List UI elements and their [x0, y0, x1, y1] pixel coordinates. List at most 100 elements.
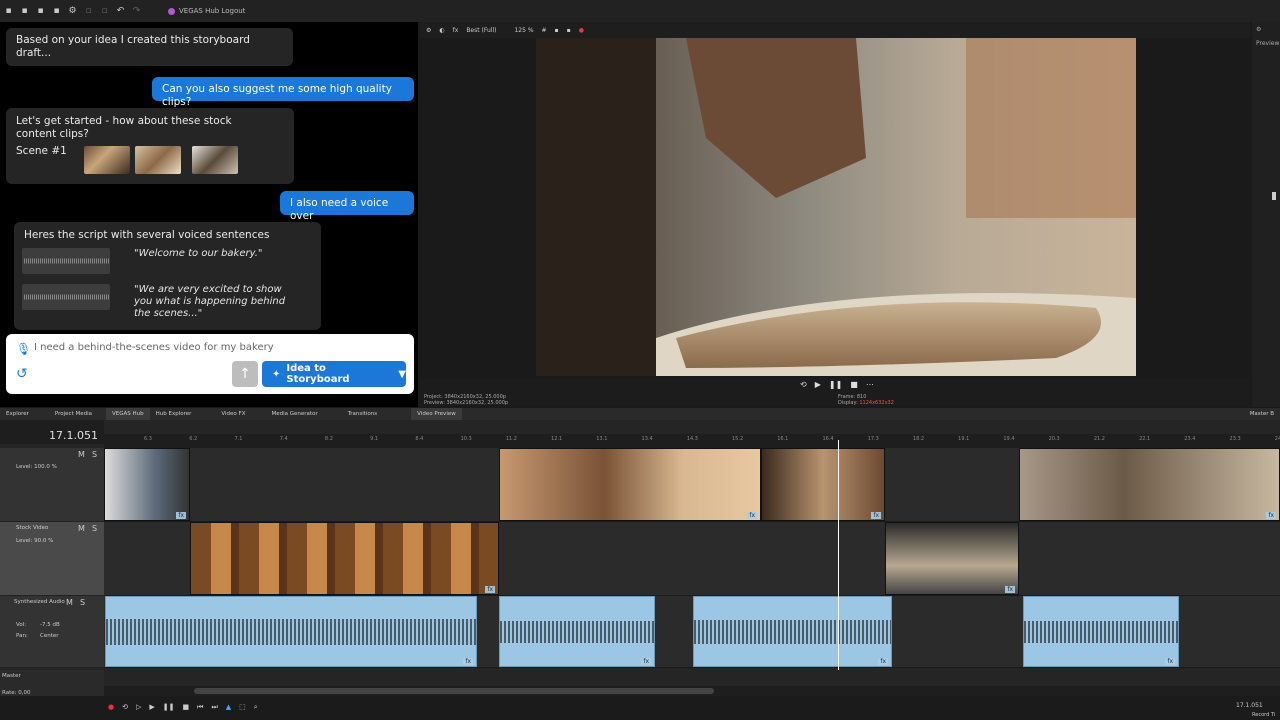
settings-icon[interactable]: ⚙ — [68, 6, 77, 16]
render-icon[interactable]: ▪ — [52, 6, 61, 16]
save-snapshot-icon[interactable]: ▪ — [567, 27, 571, 34]
mute-button[interactable]: M — [78, 524, 85, 533]
mute-button[interactable]: M — [78, 450, 85, 459]
stock-clip-thumbnail[interactable] — [192, 146, 238, 174]
preview-quality-select[interactable]: Best (Full) — [466, 27, 496, 34]
idea-to-storyboard-button[interactable]: ✦ Idea to Storyboard ▼ — [262, 361, 406, 387]
copy-snapshot-icon[interactable]: ▪ — [555, 27, 559, 34]
save-icon[interactable]: ▪ — [36, 6, 45, 16]
microphone-icon[interactable]: 🎙 — [16, 342, 31, 356]
clip-fx-badge[interactable]: fx — [871, 512, 881, 519]
video-clip[interactable]: fx — [885, 522, 1019, 595]
play-icon[interactable]: ▶ — [815, 380, 821, 389]
playhead-cursor[interactable] — [838, 440, 839, 670]
video-clip[interactable]: fx — [499, 448, 761, 521]
video-fx-icon[interactable]: fx — [453, 27, 459, 34]
open-folder-icon[interactable]: ▪ — [20, 6, 29, 16]
tab-transitions[interactable]: Transitions — [342, 408, 383, 420]
stock-clip-thumbnail[interactable] — [135, 146, 181, 174]
audio-waveform-thumbnail[interactable] — [22, 284, 110, 310]
copy-icon[interactable]: ▫ — [100, 6, 109, 16]
solo-button[interactable]: S — [92, 450, 97, 459]
play-from-start-icon[interactable]: ▷ — [136, 703, 141, 712]
master-settings-icon[interactable]: ⚙ — [1256, 26, 1261, 33]
clip-fx-badge[interactable]: fx — [1165, 658, 1175, 665]
more-icon[interactable]: ⋯ — [866, 380, 874, 389]
chat-input[interactable]: I need a behind-the-scenes video for my … — [34, 342, 274, 353]
audio-clip[interactable]: fx — [105, 596, 477, 667]
tab-project-media[interactable]: Project Media — [49, 408, 98, 420]
zoom-tool-icon[interactable]: ⌕ — [254, 703, 258, 712]
track-header-synthesized-audio[interactable]: Synthesized Audio M S Vol: -7.5 dB Pan: … — [0, 596, 104, 668]
track-level: Level: 100.0 % — [16, 464, 57, 470]
reset-icon[interactable]: ↺ — [16, 366, 28, 382]
pause-icon[interactable]: ❚❚ — [829, 380, 842, 389]
bot-message-text: Based on your idea I created this storyb… — [16, 34, 250, 59]
mute-button[interactable]: M — [66, 598, 73, 607]
solo-button[interactable]: S — [80, 598, 85, 607]
undo-icon[interactable]: ↶ — [116, 6, 125, 16]
timeline-ruler[interactable]: 6.3 6.2 7.1 7.4 8.2 9.1 8.4 10.3 11.2 12.1 13.1 13.… — [104, 434, 1280, 448]
loop-playback-icon[interactable]: ⟲ — [122, 703, 128, 712]
clip-fx-badge[interactable]: fx — [485, 586, 495, 593]
master-volume-slider[interactable] — [1272, 192, 1276, 200]
timeline-scroll-thumb[interactable] — [194, 688, 714, 694]
tab-vegas-hub[interactable]: VEGAS Hub — [106, 408, 150, 420]
go-to-start-icon[interactable]: ⏮ — [197, 703, 203, 712]
new-file-icon[interactable]: ▪ — [4, 6, 13, 16]
audio-clip[interactable]: fx — [693, 596, 892, 667]
clip-fx-badge[interactable]: fx — [1005, 586, 1015, 593]
video-clip[interactable]: fx — [1019, 448, 1280, 521]
solo-button[interactable]: S — [92, 524, 97, 533]
normal-edit-tool-icon[interactable]: ▲ — [226, 703, 231, 712]
status-timecode: 17.1.051 — [1236, 702, 1263, 709]
tab-master-bus[interactable]: Master B — [1244, 408, 1280, 420]
clip-fx-badge[interactable]: fx — [176, 512, 186, 519]
selection-tool-icon[interactable]: ⬚ — [239, 703, 246, 712]
tab-video-preview[interactable]: Video Preview — [411, 408, 462, 420]
audio-clip[interactable]: fx — [1023, 596, 1179, 667]
waveform-graphic — [24, 294, 110, 300]
volume-value[interactable]: -7.5 dB — [40, 622, 60, 628]
preview-zoom-select[interactable]: 125 % — [514, 27, 533, 34]
track-lane-synthesized-audio[interactable]: fx fx fx fx — [104, 596, 1280, 668]
pan-value[interactable]: Center — [40, 633, 59, 639]
clip-fx-badge[interactable]: fx — [1266, 512, 1276, 519]
go-to-end-icon[interactable]: ⏭ — [211, 703, 217, 712]
grid-icon[interactable]: # — [542, 27, 547, 34]
preview-settings-icon[interactable]: ⚙ — [426, 27, 431, 34]
loop-icon[interactable]: ⟲ — [800, 380, 807, 389]
stop-icon[interactable]: ■ — [850, 380, 858, 389]
preview-controls: ⟲ ▶ ❚❚ ■ ⋯ Project: 3840x2160x32, 25.000… — [420, 378, 1250, 406]
timeline-scrollbar[interactable] — [104, 686, 1280, 696]
track-header-stock-video[interactable]: Stock Video Level: 90.0 % M S — [0, 522, 104, 596]
clip-fx-badge[interactable]: fx — [878, 658, 888, 665]
clip-fx-badge[interactable]: fx — [641, 658, 651, 665]
record-icon[interactable]: ● — [579, 27, 584, 34]
record-button[interactable]: ● — [108, 703, 114, 712]
tab-explorer[interactable]: Explorer — [0, 408, 35, 420]
tab-media-generator[interactable]: Media Generator — [265, 408, 323, 420]
vegas-hub-logout-link[interactable]: VEGAS Hub Logout — [179, 7, 245, 15]
video-clip[interactable]: fx — [104, 448, 190, 521]
audio-clip[interactable]: fx — [499, 596, 655, 667]
tab-video-fx[interactable]: Video FX — [215, 408, 251, 420]
video-clip[interactable]: fx — [190, 522, 499, 595]
ruler-mark: 20.3 — [1048, 436, 1060, 442]
video-clip[interactable]: fx — [761, 448, 885, 521]
redo-icon[interactable]: ↷ — [132, 6, 141, 16]
pause-icon[interactable]: ❚❚ — [163, 703, 175, 712]
preview-split-icon[interactable]: ◐ — [439, 27, 444, 34]
cut-icon[interactable]: ▫ — [84, 6, 93, 16]
audio-waveform-thumbnail[interactable] — [22, 248, 110, 274]
play-icon[interactable]: ▶ — [149, 703, 154, 712]
clip-fx-badge[interactable]: fx — [463, 658, 473, 665]
clip-fx-badge[interactable]: fx — [747, 512, 757, 519]
stock-clip-thumbnail[interactable] — [84, 146, 130, 174]
send-button[interactable]: ↑ — [232, 361, 258, 387]
stop-icon[interactable]: ■ — [183, 703, 190, 712]
track-header-video-1[interactable]: Level: 100.0 % M S — [0, 448, 104, 522]
track-lane-video-1[interactable]: fx fx fx fx — [104, 448, 1280, 522]
tab-hub-explorer[interactable]: Hub Explorer — [150, 408, 198, 420]
track-lane-stock-video[interactable]: fx fx — [104, 522, 1280, 596]
